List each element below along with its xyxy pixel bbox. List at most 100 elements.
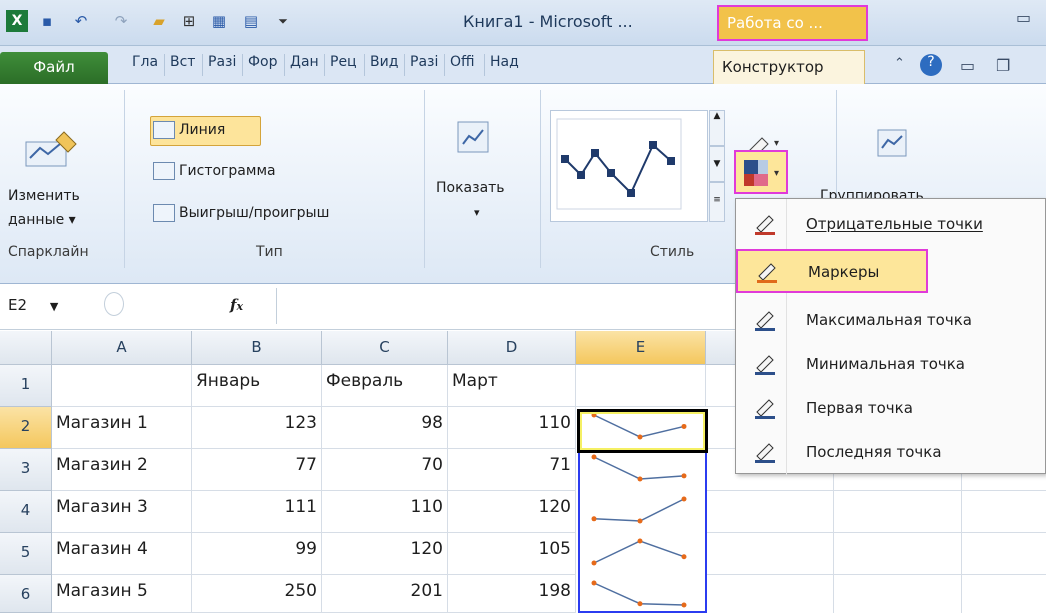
menu-item-last-point[interactable]: Последняя точка <box>736 431 1045 475</box>
fx-icon[interactable]: fx <box>230 296 243 314</box>
cell-c2[interactable]: 98 <box>322 407 448 449</box>
sparkline-marker <box>681 554 687 560</box>
customize-qat-icon[interactable]: ⏷ <box>272 10 294 32</box>
tab-view[interactable]: Вид <box>370 54 398 70</box>
cell-d2[interactable]: 110 <box>448 407 576 449</box>
tab-page-layout[interactable]: Разі <box>208 54 236 70</box>
cell-c3[interactable]: 70 <box>322 449 448 491</box>
tab-office[interactable]: Offi <box>450 54 475 70</box>
cell-d4[interactable]: 120 <box>448 491 576 533</box>
borders-icon[interactable]: ⊞ <box>178 10 200 32</box>
window-minimize-icon[interactable]: ▭ <box>960 56 975 75</box>
show-icon[interactable] <box>456 120 490 154</box>
name-box-dropdown-icon[interactable]: ▼ <box>50 300 58 313</box>
cell-a6[interactable]: Магазин 5 <box>52 575 192 613</box>
cell-c5[interactable]: 120 <box>322 533 448 575</box>
menu-item-negative-points[interactable]: Отрицательные точки <box>736 203 1045 247</box>
cell-a2[interactable]: Магазин 1 <box>52 407 192 449</box>
group-icon[interactable] <box>876 128 908 158</box>
style-gallery[interactable] <box>550 110 708 222</box>
help-icon[interactable]: ? <box>920 54 942 76</box>
tab-file[interactable]: Файл <box>0 52 108 84</box>
tab-review[interactable]: Рец <box>330 54 357 70</box>
cell-a5[interactable]: Магазин 4 <box>52 533 192 575</box>
menu-item-first-point[interactable]: Первая точка <box>736 387 1045 431</box>
tab-constructor[interactable]: Конструктор <box>713 50 865 85</box>
active-cell-e2 <box>577 409 708 453</box>
cell-b2[interactable]: 123 <box>192 407 322 449</box>
ribbon-collapse-icon[interactable]: ⌃ <box>894 56 905 71</box>
tab-data[interactable]: Дан <box>290 54 319 70</box>
minimize-icon[interactable]: ▭ <box>1016 8 1031 27</box>
insert-table-icon[interactable]: ▦ <box>208 10 230 32</box>
gallery-scroll-down[interactable]: ▼ <box>709 146 725 182</box>
cell-d1[interactable]: Март <box>448 365 576 407</box>
tab-addins[interactable]: Над <box>490 54 519 70</box>
markers-pen-icon <box>757 263 777 283</box>
tab-developer[interactable]: Разі <box>410 54 438 70</box>
column-type-button[interactable]: Гистограмма <box>153 162 276 180</box>
excel-icon[interactable]: X <box>6 10 28 32</box>
cell-e1[interactable] <box>576 365 706 407</box>
column-header-e[interactable]: E <box>576 331 706 365</box>
name-box[interactable]: E2 ▼ <box>0 296 58 314</box>
last-point-pen-icon <box>755 443 775 463</box>
cell-c1[interactable]: Февраль <box>322 365 448 407</box>
gallery-scroll-up[interactable]: ▲ <box>709 110 725 146</box>
cell-c6[interactable]: 201 <box>322 575 448 613</box>
row-header-3[interactable]: 3 <box>0 449 52 491</box>
open-folder-icon[interactable]: ▰ <box>148 10 170 32</box>
row-header-4[interactable]: 4 <box>0 491 52 533</box>
edit-data-icon[interactable] <box>22 124 82 172</box>
negative-points-label: Отрицательные точки <box>806 215 983 233</box>
row-header-2[interactable]: 2 <box>0 407 52 449</box>
row-header-6[interactable]: 6 <box>0 575 52 613</box>
cell-a3[interactable]: Магазин 2 <box>52 449 192 491</box>
menu-item-min-point[interactable]: Минимальная точка <box>736 343 1045 387</box>
group-divider <box>540 90 541 268</box>
tab-divider <box>202 54 203 76</box>
column-header-c[interactable]: C <box>322 331 448 365</box>
gallery-more[interactable]: ≡ <box>709 182 725 222</box>
show-button-label[interactable]: Показать <box>436 180 505 196</box>
cell-b4[interactable]: 111 <box>192 491 322 533</box>
tab-home[interactable]: Гла <box>132 54 158 70</box>
cell-b6[interactable]: 250 <box>192 575 322 613</box>
cell-b1[interactable]: Январь <box>192 365 322 407</box>
min-point-label: Минимальная точка <box>806 355 966 373</box>
cell-a4[interactable]: Магазин 3 <box>52 491 192 533</box>
tab-insert[interactable]: Вст <box>170 54 195 70</box>
marker-color-button[interactable]: ▾ <box>734 150 788 194</box>
formula-input[interactable] <box>276 288 736 324</box>
sparkline-marker <box>591 580 597 586</box>
line-type-button[interactable]: Линия <box>153 121 225 139</box>
cell-d5[interactable]: 105 <box>448 533 576 575</box>
undo-icon[interactable]: ↶ <box>70 10 92 32</box>
cell-c4[interactable]: 110 <box>322 491 448 533</box>
group-label-sparkline: Спарклайн <box>8 244 89 260</box>
column-sparkline-icon <box>153 162 175 180</box>
menu-item-markers[interactable]: Маркеры <box>736 249 928 293</box>
redo-icon[interactable]: ↷ <box>110 10 132 32</box>
row-header-5[interactable]: 5 <box>0 533 52 575</box>
column-header-a[interactable]: A <box>52 331 192 365</box>
cell-d6[interactable]: 198 <box>448 575 576 613</box>
column-header-b[interactable]: B <box>192 331 322 365</box>
column-header-d[interactable]: D <box>448 331 576 365</box>
edit-data-label[interactable]: Изменить <box>8 188 80 204</box>
form-icon[interactable]: ▤ <box>240 10 262 32</box>
cell-b5[interactable]: 99 <box>192 533 322 575</box>
menu-item-max-point[interactable]: Максимальная точка <box>736 299 1045 343</box>
cell-a1[interactable] <box>52 365 192 407</box>
cell-b3[interactable]: 77 <box>192 449 322 491</box>
edit-data-dropdown-label[interactable]: данные ▾ <box>8 212 76 228</box>
tab-formulas[interactable]: Фор <box>248 54 278 70</box>
row-header-1[interactable]: 1 <box>0 365 52 407</box>
select-all-corner[interactable] <box>0 331 52 365</box>
style-preview-sparkline[interactable] <box>551 111 691 217</box>
save-icon[interactable]: ▪ <box>36 10 58 32</box>
cell-d3[interactable]: 71 <box>448 449 576 491</box>
show-dropdown-arrow[interactable]: ▾ <box>474 206 480 219</box>
window-restore-icon[interactable]: ❐ <box>996 56 1010 75</box>
winloss-type-button[interactable]: Выигрыш/проигрыш <box>153 204 329 222</box>
